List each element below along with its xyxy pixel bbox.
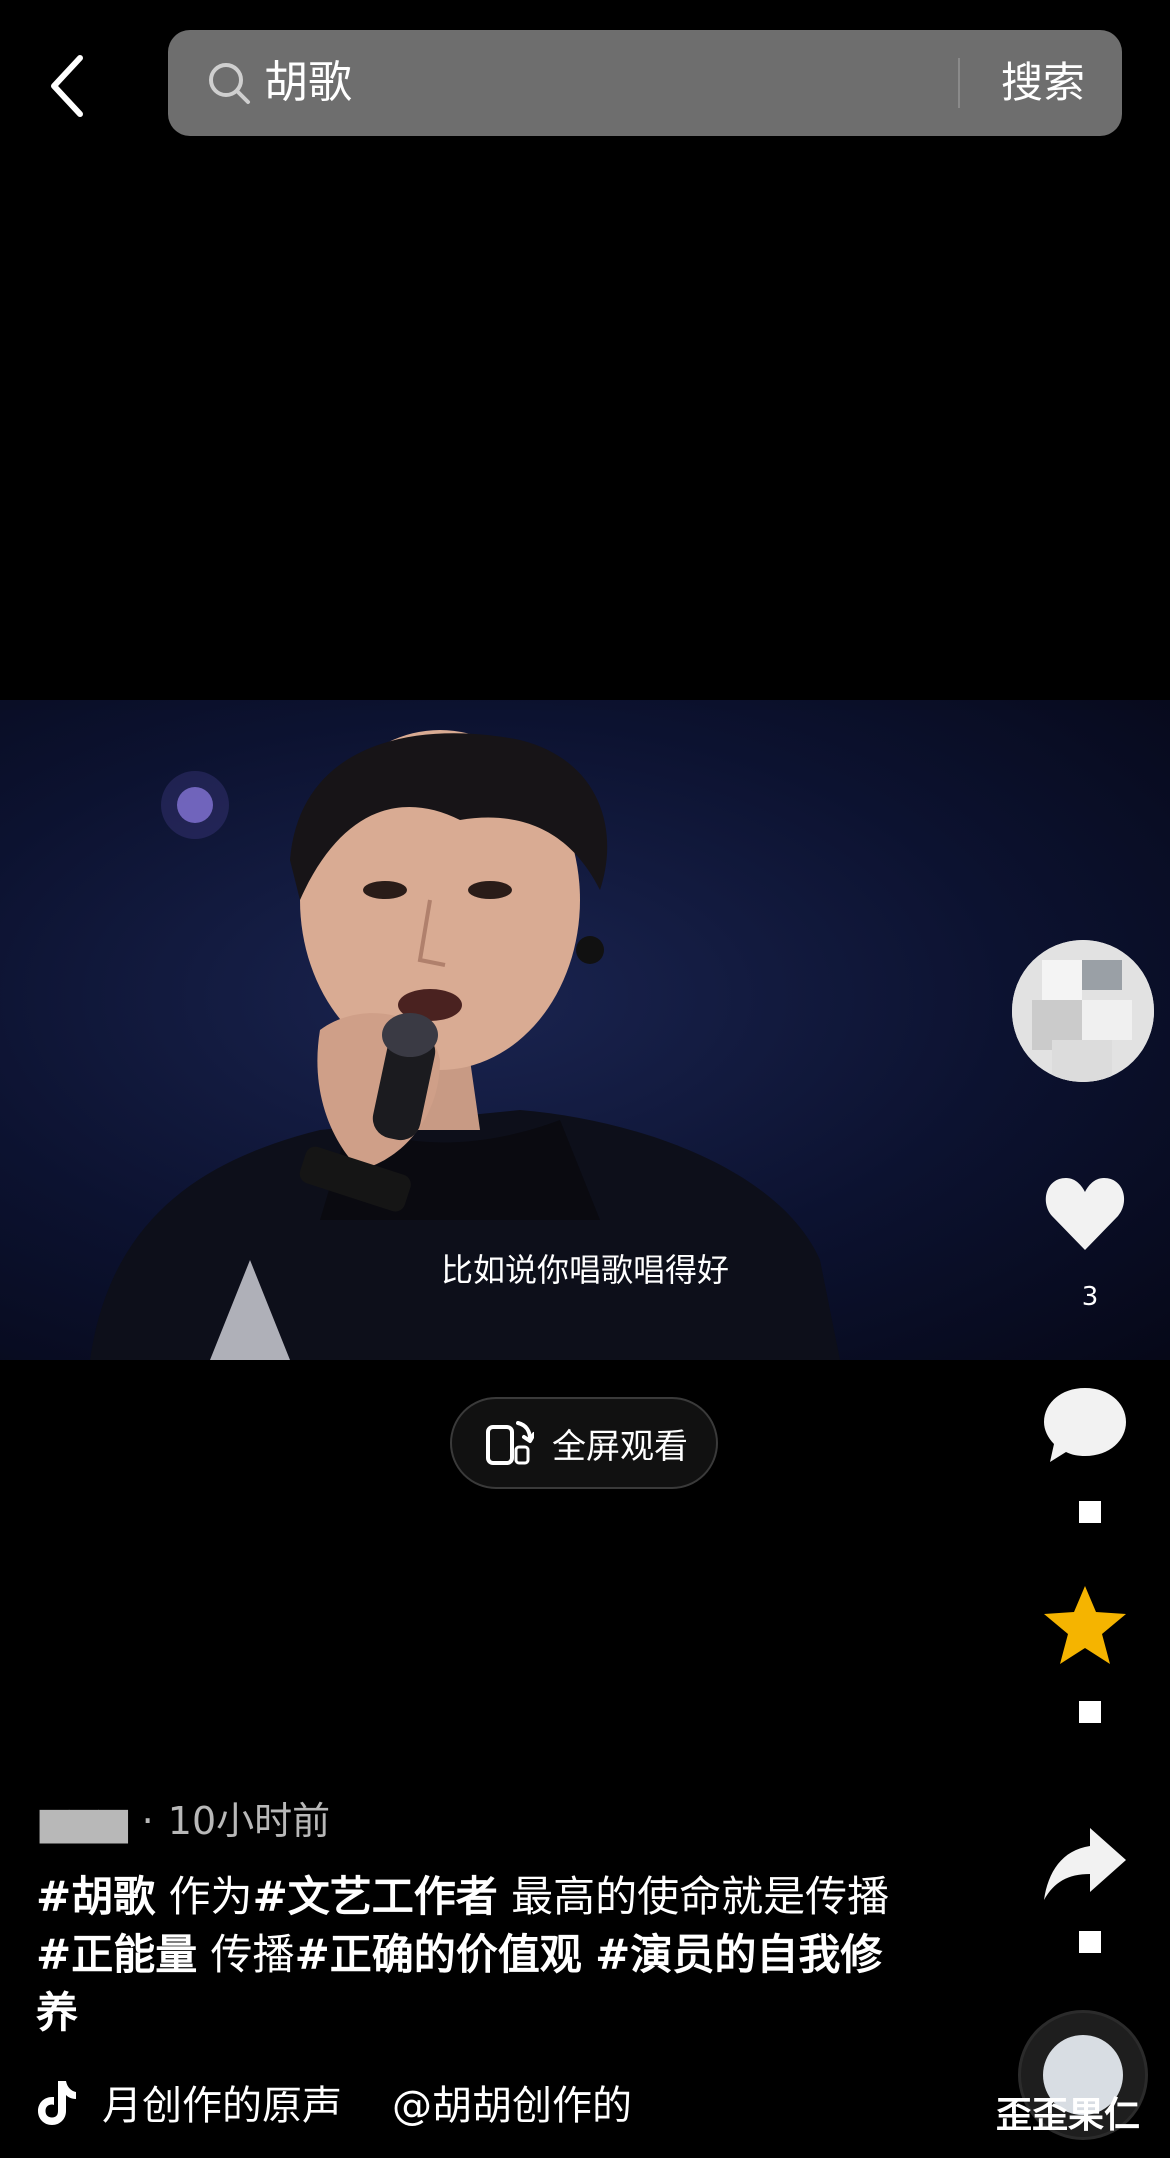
hashtag-link[interactable]: #胡歌 — [36, 1872, 155, 1921]
back-button[interactable] — [38, 46, 98, 126]
heart-icon[interactable] — [1040, 1168, 1130, 1258]
search-bar[interactable]: 胡歌 搜索 — [168, 30, 1122, 136]
count-placeholder-icon — [1079, 1701, 1101, 1723]
watermark: 歪歪果仁 — [996, 2095, 1141, 2136]
post-time: 10小时前 — [167, 1799, 331, 1843]
caption-text — [582, 1930, 595, 1979]
post-caption: #胡歌 作为#文艺工作者 最高的使命就是传播#正能量 传播#正确的价值观 #演员… — [36, 1868, 896, 2042]
share-arrow-icon[interactable] — [1040, 1818, 1130, 1908]
fullscreen-label: 全屏观看 — [552, 1426, 688, 1467]
music-title[interactable]: 月创作的原声 — [102, 2073, 342, 2131]
video-player[interactable]: 比如说你唱歌唱得好 — [0, 700, 1170, 1360]
avatar-image — [1012, 940, 1154, 1082]
hashtag-link[interactable]: #正确的价值观 — [295, 1930, 582, 1979]
separator-dot: · — [141, 1799, 154, 1843]
author-name-masked[interactable]: ▆▆▆ — [40, 1799, 128, 1843]
music-row[interactable]: 月创作的原声 @胡胡创作的 — [36, 2072, 632, 2132]
star-favorite-icon[interactable] — [1040, 1580, 1130, 1670]
share-count — [1040, 1930, 1140, 1960]
fullscreen-button[interactable]: 全屏观看 — [450, 1397, 718, 1489]
search-button[interactable]: 搜索 — [988, 30, 1098, 136]
like-count: 3 — [1081, 1282, 1099, 1312]
count-placeholder-icon — [1079, 1501, 1101, 1523]
comment-count — [1040, 1500, 1140, 1530]
author-avatar[interactable] — [1012, 940, 1154, 1082]
search-icon — [209, 63, 250, 104]
hashtag-link[interactable]: #文艺工作者 — [253, 1872, 498, 1921]
comment-icon[interactable] — [1040, 1380, 1130, 1470]
chevron-left-icon — [51, 55, 83, 117]
caption-text: 传播 — [197, 1930, 295, 1979]
tiktok-music-icon — [38, 2081, 76, 2125]
rotate-screen-icon — [486, 1421, 534, 1465]
search-divider — [958, 58, 960, 108]
favorite-count — [1040, 1700, 1140, 1730]
music-credit[interactable]: @胡胡创作的 — [392, 2073, 632, 2131]
author-time-line[interactable]: ▆▆▆ · 10小时前 — [40, 1790, 330, 1845]
caption-text: 最高的使命就是传播 — [497, 1872, 890, 1921]
hashtag-link[interactable]: #正能量 — [36, 1930, 197, 1979]
count-placeholder-icon — [1079, 1931, 1101, 1953]
search-input[interactable]: 胡歌 — [264, 30, 352, 136]
caption-text: 作为 — [155, 1872, 253, 1921]
video-subtitle: 比如说你唱歌唱得好 — [440, 1251, 729, 1289]
